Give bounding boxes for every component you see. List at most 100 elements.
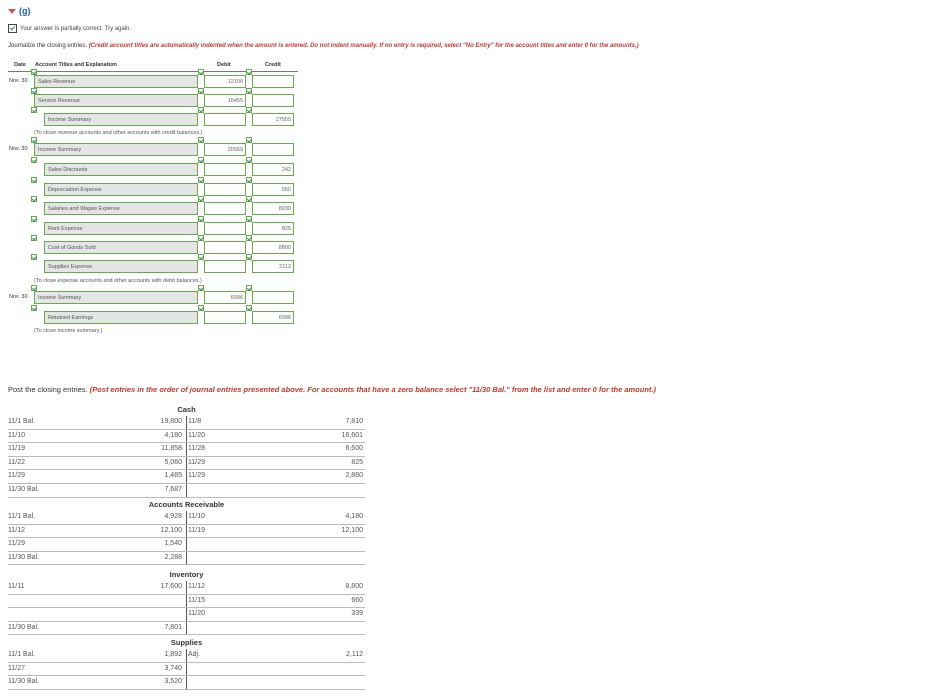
account-title-select[interactable]: Rent Expense [44, 222, 198, 235]
debit-amount-input[interactable]: 7,687 [164, 486, 182, 493]
debit-amount-input[interactable]: 2,288 [164, 554, 182, 561]
credit-date-select[interactable]: 11/29 [188, 459, 205, 466]
credit-date-select[interactable]: Adj. [188, 651, 200, 658]
debit-input[interactable] [204, 260, 246, 273]
debit-date-select[interactable]: 11/27 [8, 665, 25, 672]
debit-amount-input[interactable]: 1,892 [164, 651, 182, 658]
part-header[interactable]: (g) [8, 6, 31, 16]
debit-input[interactable] [204, 311, 246, 324]
credit-date-select[interactable]: 11/20 [188, 432, 205, 439]
debit-input[interactable] [204, 113, 246, 126]
credit-input[interactable] [252, 94, 294, 107]
credit-amount-input[interactable]: 2,112 [346, 651, 363, 658]
credit-date-select[interactable]: 11/19 [188, 527, 205, 534]
account-title-select[interactable]: Salaries and Wages Expense [44, 202, 198, 215]
debit-amount-input[interactable]: 1,540 [164, 540, 182, 547]
credit-date-select[interactable]: 11/29 [188, 472, 205, 479]
account-title-select[interactable]: Sales Discounts [44, 163, 198, 176]
credit-amount-input[interactable]: 8,800 [345, 583, 363, 590]
account-title-select[interactable]: Service Revenue [34, 94, 198, 107]
instructions-note: (Credit account titles are automatically… [88, 43, 639, 49]
account-title-select[interactable]: Income Summary [34, 291, 198, 304]
credit-input[interactable] [252, 291, 294, 304]
account-title-select[interactable]: Supplies Expense [44, 260, 198, 273]
credit-input[interactable]: 27555 [252, 113, 294, 126]
debit-input[interactable] [204, 183, 246, 196]
credit-input[interactable]: 8800 [252, 241, 294, 254]
debit-date-select[interactable]: 11/12 [8, 527, 25, 534]
credit-input[interactable]: 242 [252, 163, 294, 176]
credit-amount-input[interactable]: 16,601 [342, 432, 363, 439]
credit-input[interactable] [252, 143, 294, 156]
credit-input[interactable]: 6996 [252, 311, 294, 324]
account-title-select[interactable]: Retained Earnings [44, 311, 198, 324]
debit-amount-input[interactable]: 4,928 [164, 513, 182, 520]
debit-date-select[interactable]: 11/10 [8, 432, 25, 439]
debit-amount-input[interactable]: 19,800 [161, 418, 182, 425]
debit-date-select[interactable]: 11/1 Bal. [8, 513, 35, 520]
debit-amount-input[interactable]: 17,600 [161, 583, 182, 590]
post-instructions-note: (Post entries in the order of journal en… [89, 385, 656, 394]
debit-date-select[interactable]: 11/22 [8, 459, 25, 466]
debit-input[interactable]: 15455 [204, 94, 246, 107]
debit-input[interactable]: 12100 [204, 75, 246, 88]
credit-date-select[interactable]: 11/8 [188, 418, 201, 425]
credit-date-select[interactable]: 11/10 [188, 513, 205, 520]
credit-amount-input[interactable]: 339 [351, 610, 363, 617]
debit-date-select[interactable]: 11/29 [8, 472, 25, 479]
credit-input[interactable]: 2112 [252, 260, 294, 273]
account-title-select[interactable]: Income Summary [34, 143, 198, 156]
account-check-icon [31, 177, 37, 183]
ledger-row: 11/30 Bal. 2,288 [8, 552, 365, 565]
credit-amount-input[interactable]: 4,180 [345, 513, 363, 520]
debit-input[interactable] [204, 202, 246, 215]
account-title-select[interactable]: Cost of Goods Sold [44, 241, 198, 254]
debit-date-select[interactable]: 11/1 Bal. [8, 651, 35, 658]
credit-input[interactable]: 8030 [252, 202, 294, 215]
post-instructions-lead: Post the closing entries. [8, 385, 90, 394]
debit-amount-input[interactable]: 4,180 [164, 432, 182, 439]
account-title-select[interactable]: Sales Revenue [34, 75, 198, 88]
debit-date-select[interactable]: 11/1 Bal. [8, 418, 35, 425]
debit-date-select[interactable]: 11/30 Bal. [8, 624, 39, 631]
account-title-select[interactable]: Depreciation Expense [44, 183, 198, 196]
debit-input[interactable] [204, 222, 246, 235]
debit-date-select[interactable]: 11/30 Bal. [8, 678, 39, 685]
credit-amount-input[interactable]: 825 [351, 459, 363, 466]
debit-input[interactable] [204, 163, 246, 176]
entry-date: Nov. 30 [9, 78, 28, 84]
debit-amount-input[interactable]: 7,801 [164, 624, 182, 631]
debit-amount-input[interactable]: 11,858 [161, 445, 182, 452]
credit-date-select[interactable]: 11/28 [188, 445, 205, 452]
debit-amount-input[interactable]: 3,740 [164, 665, 182, 672]
collapse-caret-icon[interactable] [8, 8, 16, 14]
debit-input[interactable] [204, 241, 246, 254]
account-title-select[interactable]: Income Summary [44, 113, 198, 126]
credit-input[interactable]: 825 [252, 222, 294, 235]
credit-input[interactable] [252, 75, 294, 88]
debit-input[interactable]: 20559 [204, 143, 246, 156]
debit-amount-input[interactable]: 1,485 [164, 472, 182, 479]
debit-amount-input[interactable]: 3,520 [164, 678, 182, 685]
debit-date-select[interactable]: 11/19 [8, 445, 25, 452]
debit-date-select[interactable]: 11/11 [8, 583, 24, 590]
debit-date-select[interactable]: 11/29 [8, 540, 25, 547]
credit-date-select[interactable]: 11/12 [188, 583, 205, 590]
debit-date-select[interactable]: 11/30 Bal. [8, 554, 39, 561]
credit-amount-input[interactable]: 2,860 [345, 472, 363, 479]
header-account: Account Titles and Explanation [35, 62, 117, 68]
credit-amount-input[interactable]: 7,810 [345, 418, 363, 425]
credit-amount-input[interactable]: 6,600 [345, 445, 363, 452]
debit-amount-input[interactable]: 5,060 [164, 459, 182, 466]
credit-date-select[interactable]: 11/15 [188, 597, 205, 604]
credit-input[interactable]: 550 [252, 183, 294, 196]
debit-input[interactable]: 6996 [204, 291, 246, 304]
status-text: Your answer is partially correct. Try ag… [20, 25, 132, 32]
credit-amount-input[interactable]: 660 [351, 597, 363, 604]
credit-date-select[interactable]: 11/20 [188, 610, 205, 617]
ledger-row: 11/1 Bal. 1,892 Adj. 2,112 [8, 649, 365, 662]
debit-amount-input[interactable]: 12,100 [161, 527, 182, 534]
credit-amount-input[interactable]: 12,100 [342, 527, 363, 534]
entry-date: Nov. 30 [9, 294, 28, 300]
debit-date-select[interactable]: 11/30 Bal. [8, 486, 39, 493]
